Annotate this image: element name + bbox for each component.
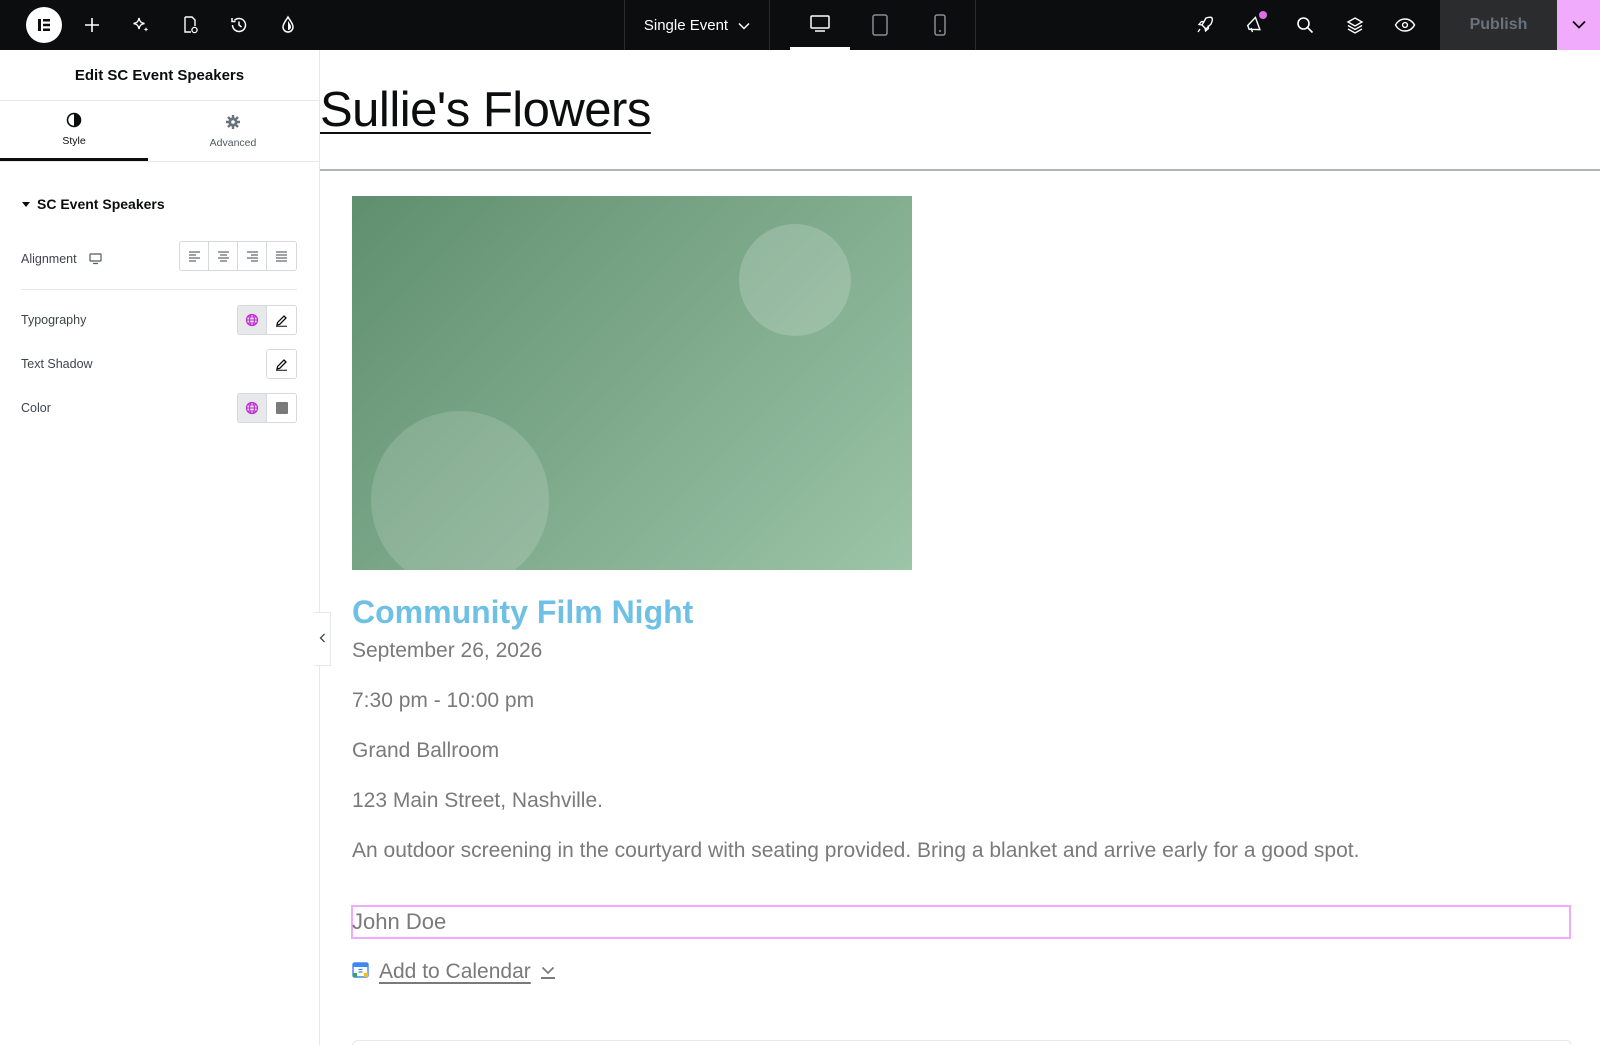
align-justify-button[interactable]: [267, 242, 296, 270]
panel-title: Edit SC Event Speakers: [0, 50, 319, 101]
publish-button[interactable]: Publish: [1440, 0, 1557, 50]
event-featured-image[interactable]: [352, 196, 912, 570]
rocket-icon[interactable]: [1180, 0, 1230, 50]
alignment-control: Alignment: [21, 234, 297, 290]
plus-icon[interactable]: [67, 0, 116, 50]
event-date: September 26, 2026: [352, 639, 543, 662]
editor-topbar: Single Event Publish: [0, 0, 1600, 50]
panel-tabs: Style Advanced: [0, 101, 319, 162]
event-title[interactable]: Community Film Night: [352, 594, 693, 631]
decorative-circle: [739, 224, 851, 336]
toolbar-divider: [975, 0, 976, 50]
tab-style-label: Style: [62, 135, 86, 147]
chevron-down-icon[interactable]: [540, 966, 555, 979]
color-button-group: [237, 393, 297, 423]
chevron-down-icon: [738, 17, 750, 34]
search-icon[interactable]: [1280, 0, 1330, 50]
add-to-calendar-link[interactable]: Add to Calendar: [379, 960, 531, 984]
alignment-label: Alignment: [21, 251, 77, 266]
typography-control: Typography: [0, 298, 319, 342]
event-time: 7:30 pm - 10:00 pm: [352, 689, 535, 712]
selected-widget-outline[interactable]: [351, 905, 1571, 939]
notification-dot: [1259, 11, 1267, 19]
text-shadow-button-group: [266, 349, 297, 379]
align-right-button[interactable]: [238, 242, 267, 270]
typography-label: Typography: [21, 313, 87, 327]
decorative-circle: [371, 411, 549, 570]
elementor-logo-icon[interactable]: [26, 7, 62, 43]
tab-style[interactable]: Style: [0, 101, 148, 161]
tab-advanced-label: Advanced: [209, 136, 257, 149]
calendar-icon: [352, 960, 369, 984]
text-shadow-label: Text Shadow: [21, 357, 93, 371]
section-toggle[interactable]: SC Event Speakers: [22, 196, 319, 212]
desktop-icon[interactable]: [790, 0, 850, 50]
site-title-link[interactable]: Sullie's Flowers: [320, 82, 651, 138]
document-title-dropdown[interactable]: Single Event: [624, 0, 770, 50]
next-section-card: [352, 1040, 1572, 1045]
color-control: Color: [0, 386, 319, 430]
alignment-button-group: [179, 241, 297, 271]
ai-sparkle-icon[interactable]: [116, 0, 165, 50]
event-speaker[interactable]: John Doe: [352, 909, 446, 935]
site-settings-icon[interactable]: [263, 0, 312, 50]
align-left-button[interactable]: [180, 242, 209, 270]
align-center-button[interactable]: [209, 242, 238, 270]
event-venue: Grand Ballroom: [352, 739, 500, 762]
layers-icon[interactable]: [1330, 0, 1380, 50]
event-description: An outdoor screening in the courtyard wi…: [352, 839, 1360, 862]
text-shadow-control: Text Shadow: [0, 342, 319, 386]
preview-canvas: Sullie's Flowers Community Film Night Se…: [320, 50, 1600, 1045]
header-divider: [320, 169, 1600, 171]
add-to-calendar[interactable]: Add to Calendar: [352, 960, 555, 984]
eye-icon[interactable]: [1380, 0, 1430, 50]
globe-icon[interactable]: [238, 394, 267, 422]
responsive-mode-switcher: [770, 0, 970, 50]
pencil-icon[interactable]: [267, 306, 296, 334]
desktop-icon[interactable]: [88, 252, 102, 265]
color-swatch[interactable]: [267, 394, 296, 422]
announcement-icon[interactable]: [1230, 0, 1280, 50]
tablet-icon[interactable]: [850, 0, 910, 50]
history-icon[interactable]: [214, 0, 263, 50]
topbar-tools: [1180, 0, 1430, 50]
gear-icon: [225, 114, 241, 133]
globe-icon[interactable]: [238, 306, 267, 334]
event-address: 123 Main Street, Nashville.: [352, 789, 603, 812]
document-title: Single Event: [643, 16, 729, 34]
section-title: SC Event Speakers: [37, 196, 165, 212]
publish-options-button[interactable]: [1557, 0, 1600, 50]
tab-advanced[interactable]: Advanced: [148, 101, 318, 161]
caret-down-icon: [22, 201, 30, 207]
mobile-icon[interactable]: [910, 0, 970, 50]
page-settings-icon[interactable]: [165, 0, 214, 50]
widget-settings-panel: Edit SC Event Speakers Style Advanced SC…: [0, 50, 320, 1045]
style-contrast-icon: [66, 112, 82, 131]
color-label: Color: [21, 401, 51, 415]
typography-button-group: [237, 305, 297, 335]
pencil-icon[interactable]: [267, 350, 296, 378]
chevron-down-icon: [1571, 16, 1586, 34]
